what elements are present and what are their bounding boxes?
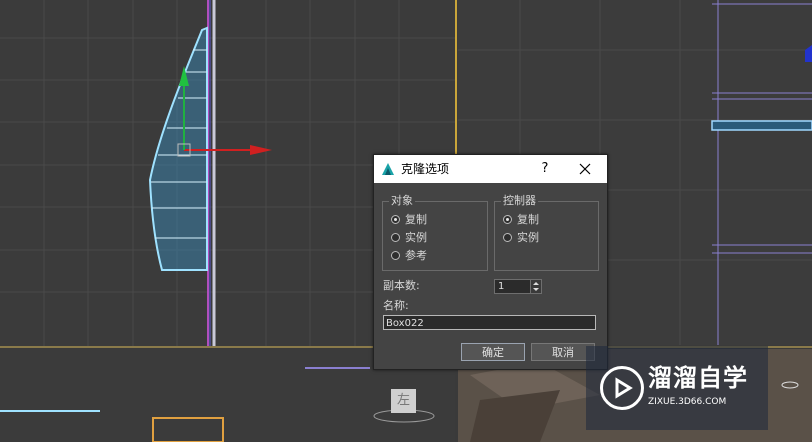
dialog-title: 克隆选项 [401,162,450,176]
ok-button[interactable]: 确定 [461,343,525,361]
controller-group: 控制器 复制 实例 [494,194,599,271]
play-logo-icon [600,366,644,410]
copies-spinner[interactable]: 1 [494,279,542,294]
controller-copy-label: 复制 [517,213,539,226]
spinner-arrows-icon[interactable] [530,280,541,293]
copies-value[interactable]: 1 [498,280,504,293]
help-button[interactable]: ? [534,160,556,178]
3dsmax-app-icon [382,163,394,175]
watermark-url: ZIXUE.3D66.COM [648,397,727,407]
watermark-brand: 溜溜自学 [648,364,748,392]
radio-selected-icon[interactable] [503,215,512,224]
object-reference-label: 参考 [405,249,427,262]
name-field[interactable]: Box022 [383,315,596,330]
radio-icon[interactable] [391,251,400,260]
controller-instance-label: 实例 [517,231,539,244]
radio-selected-icon[interactable] [391,215,400,224]
copies-label: 副本数: [383,279,420,292]
dialog-titlebar[interactable]: 克隆选项 ? [374,155,607,183]
radio-icon[interactable] [391,233,400,242]
clone-options-dialog: 克隆选项 ? 对象 复制 实例 参考 控制器 复制 实例 副本数: 1 名称: … [373,154,608,370]
object-group: 对象 复制 实例 参考 [382,194,488,271]
object-group-legend: 对象 [389,194,415,208]
controller-group-legend: 控制器 [501,194,538,208]
radio-icon[interactable] [503,233,512,242]
object-copy-label: 复制 [405,213,427,226]
play-icon [615,377,633,399]
object-instance-label: 实例 [405,231,427,244]
close-icon[interactable] [574,159,596,179]
watermark: 溜溜自学 ZIXUE.3D66.COM [586,346,768,430]
name-label: 名称: [383,299,409,312]
viewport-orientation-label[interactable]: 左 [391,389,416,413]
